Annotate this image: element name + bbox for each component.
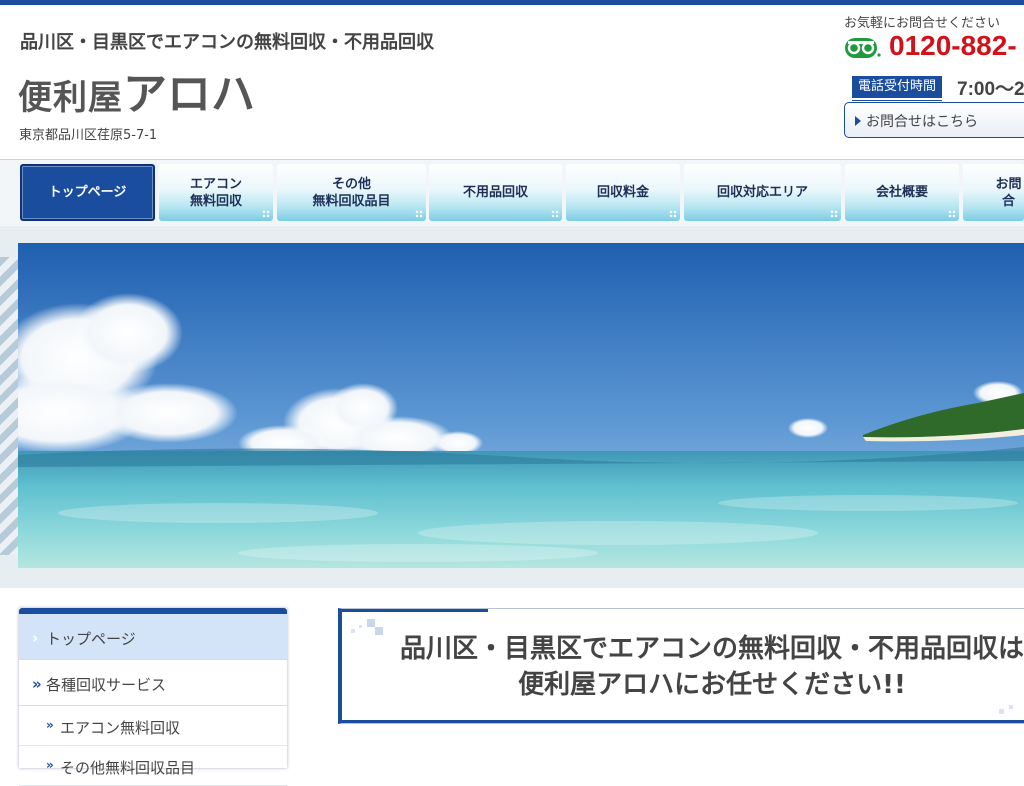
company-address: 東京都品川区荏原5-7-1	[19, 128, 158, 143]
page-headline: 品川区・目黒区でエアコンの無料回収・不用品回収は 便利屋アロハにお任せください!…	[342, 631, 1024, 703]
nav-item-contact[interactable]: お問合	[963, 164, 1024, 221]
nav-item-label: 回収対応エリア	[716, 185, 808, 200]
dots-decoration	[415, 210, 423, 218]
sidebar-subitem-label: エアコン無料回収	[60, 719, 181, 737]
sidebar-nav: › トップページ » 各種回収サービス » エアコン無料回収 » その他無料回収…	[19, 608, 287, 786]
triangle-right-icon	[855, 116, 861, 126]
dots-decoration	[669, 210, 677, 218]
contact-button[interactable]: お問合せはこちら	[844, 102, 1024, 138]
contact-lead-text: お気軽にお問合せください	[844, 16, 1001, 31]
headline-line-1: 品川区・目黒区でエアコンの無料回収・不用品回収は	[399, 634, 1024, 664]
nav-item-label: 回収料金	[596, 185, 649, 200]
nav-item-company[interactable]: 会社概要	[845, 164, 959, 221]
dots-decoration	[948, 210, 956, 218]
nav-item-other-items[interactable]: その他 無料回収品目	[277, 164, 426, 221]
hero-section	[0, 226, 1024, 588]
dots-decoration	[551, 210, 559, 218]
logo-kana: アロハ	[123, 69, 255, 120]
freedial-icon	[845, 38, 881, 58]
nav-item-pricing[interactable]: 回収料金	[566, 164, 680, 221]
logo-kanji: 便利屋	[18, 78, 123, 118]
nav-item-label: 不用品回収	[462, 185, 528, 200]
phone-number[interactable]: 0120-882-	[889, 30, 1017, 62]
chevron-right-icon: ›	[32, 629, 39, 647]
nav-item-label: エアコン 無料回収	[189, 176, 242, 209]
sidebar-subitem-aircon[interactable]: » エアコン無料回収	[19, 706, 287, 746]
hours-label: 電話受付時間	[852, 76, 942, 101]
nav-item-top[interactable]: トップページ	[20, 164, 155, 221]
headline-line-2: 便利屋アロハにお任せください!!	[518, 670, 906, 700]
stripe-decoration	[0, 257, 18, 555]
dots-decoration	[262, 210, 270, 218]
nav-item-junk[interactable]: 不用品回収	[429, 164, 562, 221]
nav-item-area[interactable]: 回収対応エリア	[684, 164, 841, 221]
hours-value: 7:00～2	[957, 79, 1024, 100]
hero-image	[18, 243, 1024, 568]
header-tagline: 品川区・目黒区でエアコンの無料回収・不用品回収	[20, 32, 434, 53]
global-nav: トップページ エアコン 無料回収 その他 無料回収品目 不用品回収 回収料金 回…	[0, 159, 1024, 227]
dots-decoration	[830, 210, 838, 218]
site-logo[interactable]: 便利屋アロハ	[18, 58, 255, 122]
nav-item-label: トップページ	[48, 185, 127, 200]
sidebar-item-label: 各種回収サービス	[46, 676, 167, 694]
nav-item-label: 会社概要	[875, 185, 928, 200]
nav-item-label: お問合	[995, 176, 1022, 209]
squares-decoration	[999, 705, 1013, 714]
sidebar-subitem-other[interactable]: » その他無料回収品目	[19, 746, 287, 786]
contact-button-label: お問合せはこちら	[866, 114, 978, 130]
double-chevron-icon: »	[46, 758, 54, 772]
headline-box: 品川区・目黒区でエアコンの無料回収・不用品回収は 便利屋アロハにお任せください!…	[338, 608, 1024, 724]
top-accent-bar	[0, 0, 1024, 5]
nav-item-aircon[interactable]: エアコン 無料回収	[159, 164, 273, 221]
sidebar-item-label: トップページ	[46, 630, 136, 648]
headline-bottom-accent	[342, 720, 1024, 723]
double-chevron-icon: »	[46, 718, 54, 732]
headline-top-accent	[342, 609, 488, 612]
sidebar-item-top[interactable]: › トップページ	[19, 614, 287, 660]
double-chevron-icon: »	[32, 675, 42, 693]
nav-item-label: その他 無料回収品目	[312, 176, 391, 209]
sidebar-item-services[interactable]: » 各種回収サービス	[19, 660, 287, 706]
